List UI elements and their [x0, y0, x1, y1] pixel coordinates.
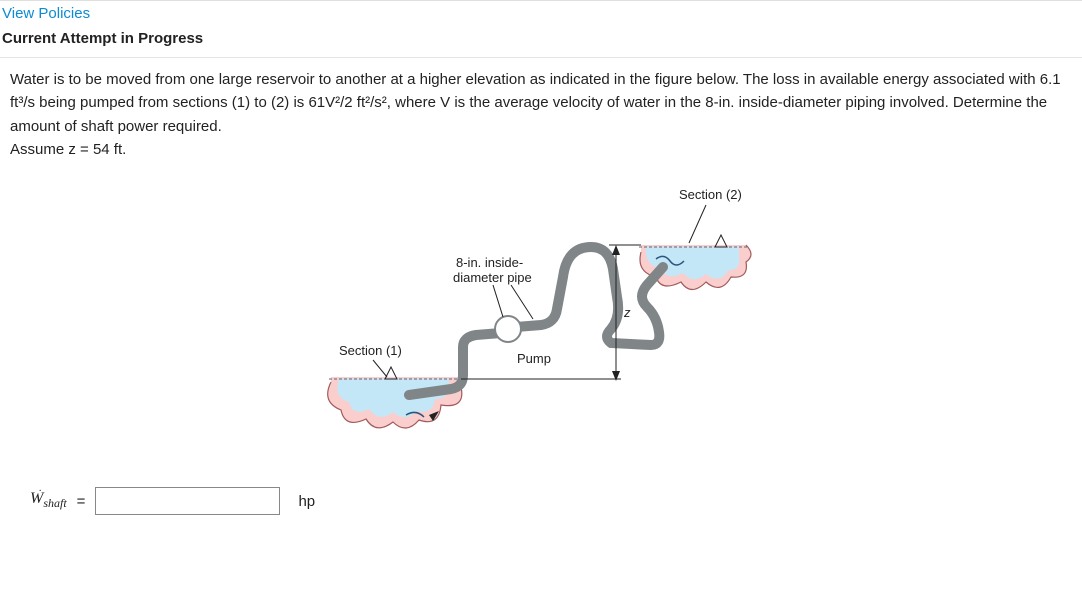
dot-accent: ·	[39, 486, 42, 497]
section1-label: Section (1)	[339, 343, 402, 358]
reservoir-diagram: Section (2) Section (1)	[311, 177, 771, 457]
equals-sign: =	[77, 493, 86, 510]
problem-assume: Assume z = 54 ft.	[10, 138, 1072, 161]
answer-unit: hp	[298, 493, 315, 510]
section2-label: Section (2)	[679, 187, 742, 202]
view-policies-link[interactable]: View Policies	[2, 5, 90, 22]
pipe-label-line1: 8-in. inside-	[456, 255, 523, 270]
pipe-label-line2: diameter pipe	[453, 270, 532, 285]
problem-statement: Water is to be moved from one large rese…	[10, 68, 1072, 161]
shaft-power-input[interactable]	[95, 487, 280, 515]
problem-paragraph: Water is to be moved from one large rese…	[10, 68, 1072, 138]
pump-label: Pump	[517, 351, 551, 366]
attempt-heading: Current Attempt in Progress	[0, 28, 1082, 55]
var-sub: shaft	[43, 497, 66, 511]
z-label: z	[623, 305, 631, 320]
answer-variable: · Wshaft	[30, 490, 67, 511]
